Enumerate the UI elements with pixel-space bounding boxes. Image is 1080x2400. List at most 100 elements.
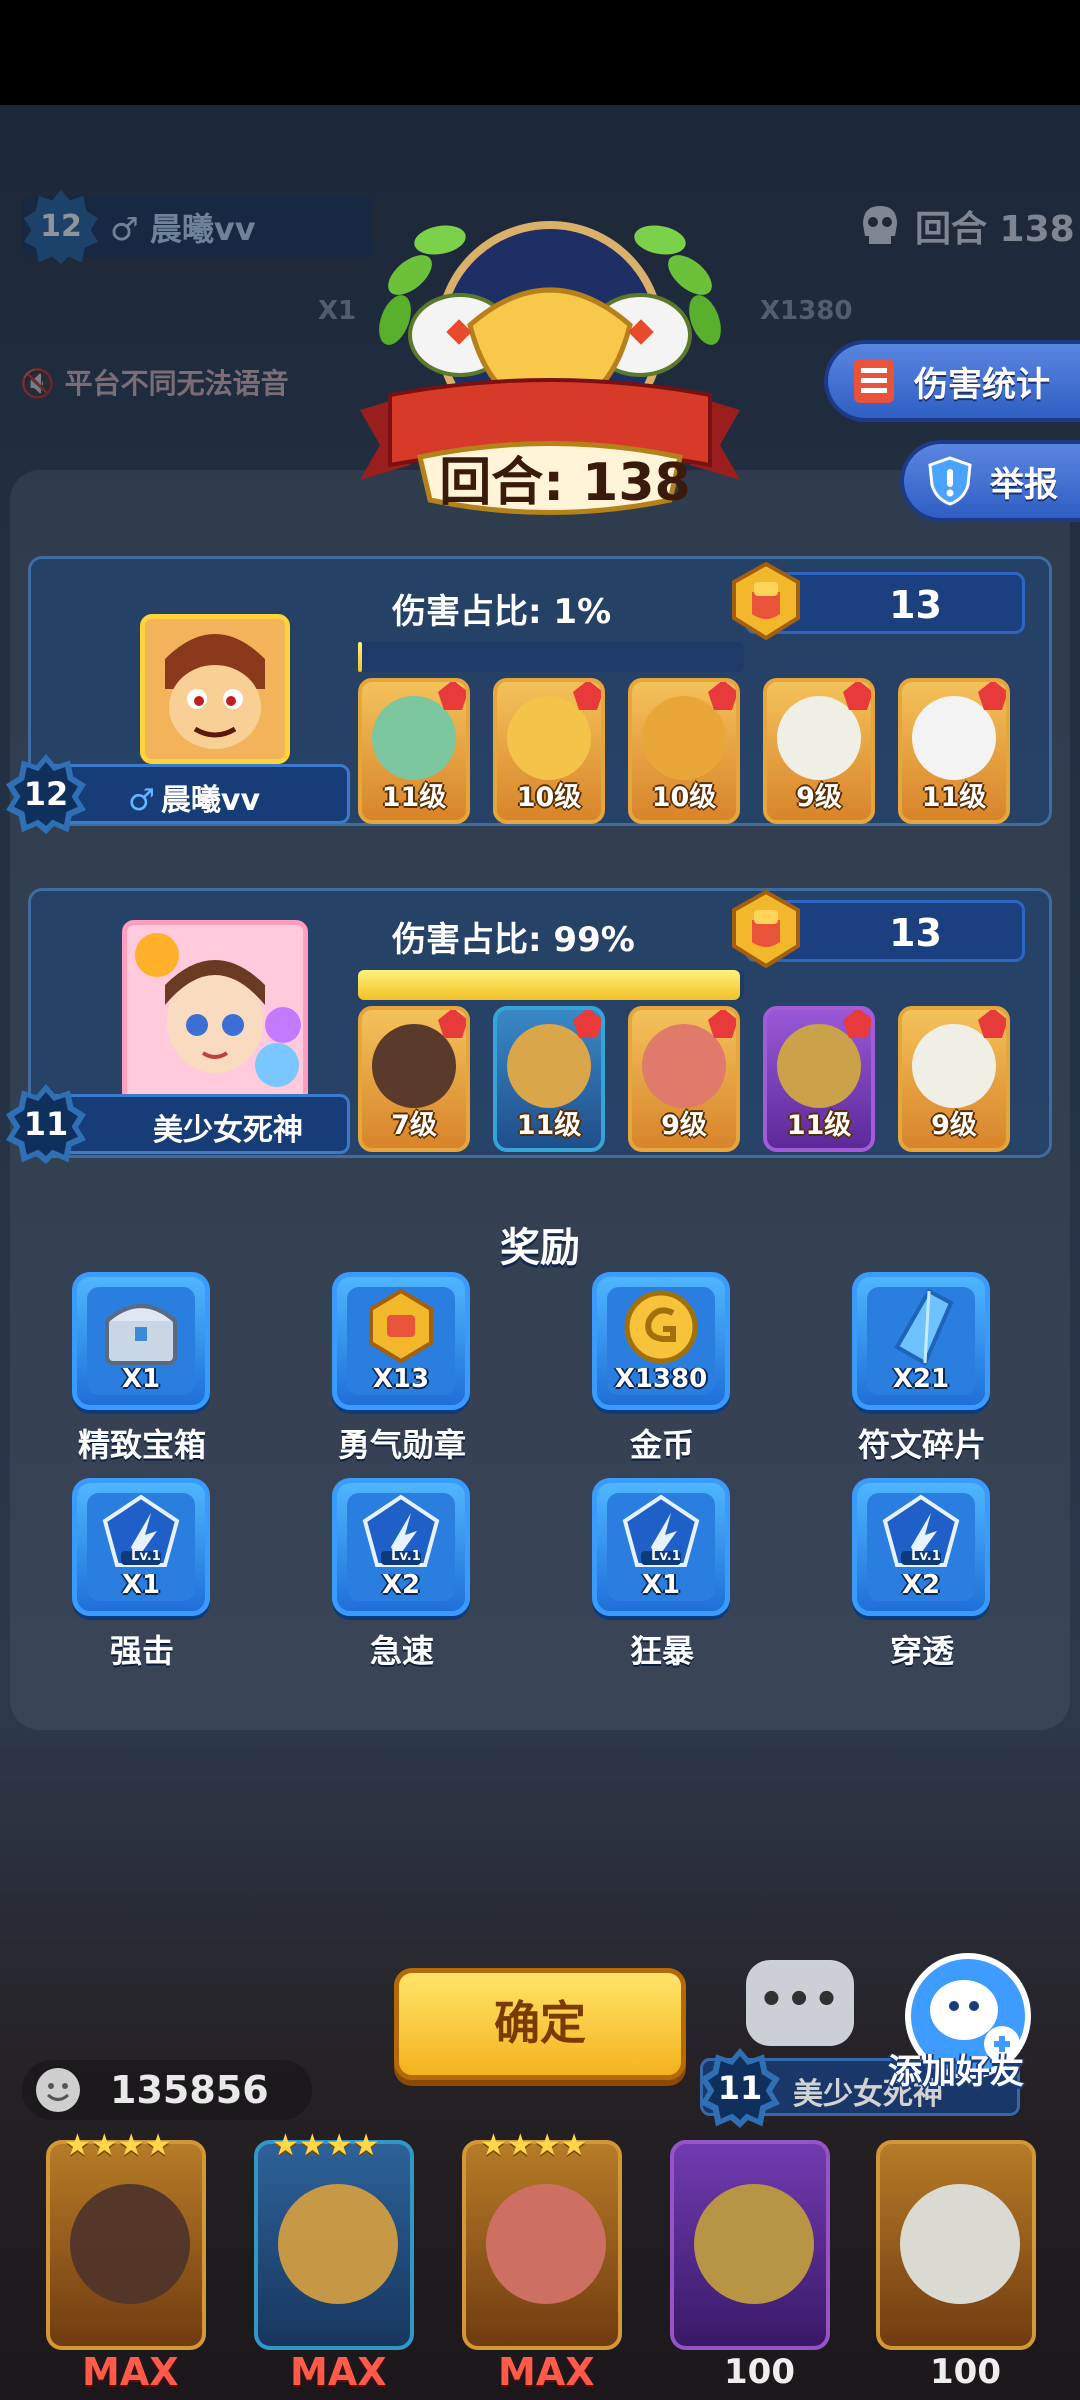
reward-name: 穿透 (889, 1632, 954, 1670)
chest-icon (105, 1304, 177, 1365)
coin-icon (624, 1290, 698, 1364)
hero-portrait-icon (372, 1024, 456, 1108)
rune-strike-icon (102, 1494, 180, 1567)
reward-name: 勇气勋章 (337, 1426, 466, 1464)
shield-alert-icon (928, 456, 972, 506)
team-hero-card[interactable] (46, 2140, 206, 2350)
reward-quantity: X13 (372, 1364, 430, 1394)
player-name: 晨曦vv (160, 783, 261, 818)
report-button[interactable]: 举报 (900, 440, 1080, 522)
hero-card[interactable]: 11级 (493, 1006, 605, 1152)
hero-level: 9级 (661, 1110, 707, 1141)
hero-portrait-icon (912, 696, 996, 780)
hero-level: 11级 (516, 1110, 582, 1141)
damage-stats-label: 伤害统计 (914, 364, 1050, 405)
gender-icon: ♂ (128, 783, 155, 818)
hero-portrait-icon (278, 2184, 398, 2304)
hero-card[interactable]: 10级 (628, 678, 740, 824)
reward-quantity: X21 (892, 1364, 950, 1394)
hero-portrait-icon (507, 696, 591, 780)
hero-card[interactable]: 11级 (898, 678, 1010, 824)
report-label: 举报 (990, 464, 1058, 505)
hero-portrait-icon (642, 696, 726, 780)
hero-portrait-icon (900, 2184, 1020, 2304)
hero-crest-icon (843, 682, 871, 710)
rewards-title: 奖励 (500, 1225, 580, 1271)
team-hero-card[interactable] (462, 2140, 622, 2350)
smile-coin-icon (36, 2068, 80, 2112)
confirm-label: 确定 (494, 1996, 586, 2050)
medal-icon (732, 562, 800, 640)
hero-card[interactable]: 9级 (898, 1006, 1010, 1152)
hero-crest-icon (708, 1010, 736, 1038)
reward-quantity: X1 (641, 1570, 681, 1600)
team-hero-card[interactable] (670, 2140, 830, 2350)
rune-level-tag: Lv.1 (131, 1549, 161, 1564)
hero-card[interactable]: 9级 (628, 1006, 740, 1152)
rune-level-tag: Lv.1 (651, 1549, 681, 1564)
hero-level: 10级 (651, 782, 717, 813)
hero-crest-icon (978, 1010, 1006, 1038)
star-rating-icon: ★★★★ (64, 2128, 172, 2163)
coin-balance-value: 135856 (110, 2068, 269, 2112)
max-level-label: MAX (498, 2350, 595, 2394)
reward-quantity: X1 (121, 1364, 161, 1394)
hero-card[interactable]: 10级 (493, 678, 605, 824)
rune-level-tag: Lv.1 (911, 1549, 941, 1564)
damage-bar-fill (358, 642, 362, 672)
player-name: 美少女死神 (153, 1113, 303, 1148)
reward-name: 金币 (629, 1426, 694, 1464)
hero-crest-icon (438, 682, 466, 710)
avatar[interactable] (140, 614, 290, 764)
player-name-plate: ♂ 晨曦vv (40, 764, 350, 824)
hero-crest-icon (843, 1010, 871, 1038)
hero-level: 9级 (796, 782, 842, 813)
hero-portrait-icon (70, 2184, 190, 2304)
hero-level: 7级 (391, 1110, 437, 1141)
reward-name: 急速 (369, 1632, 434, 1670)
star-rating-icon: ★★★★ (480, 2128, 588, 2163)
damage-share-label: 伤害占比: 1% (392, 592, 612, 632)
damage-share-label: 伤害占比: 99% (392, 920, 635, 960)
reward-quantity: X2 (381, 1570, 421, 1600)
add-friend-label[interactable]: 添加好友 (888, 2044, 1024, 2093)
hero-card[interactable]: 11级 (358, 678, 470, 824)
max-level-label: MAX (82, 2350, 179, 2394)
team-hero-card[interactable] (876, 2140, 1036, 2350)
damage-bar-fill (358, 970, 741, 1000)
damage-stats-button[interactable]: 伤害统计 (824, 340, 1080, 422)
list-icon (854, 359, 894, 403)
hero-level: 9级 (931, 1110, 977, 1141)
hero-portrait-icon (777, 1024, 861, 1108)
hero-portrait-icon (642, 1024, 726, 1108)
max-level-label: MAX (290, 2350, 387, 2394)
hero-portrait-icon (912, 1024, 996, 1108)
hero-portrait-icon (372, 696, 456, 780)
rune-level-tag: Lv.1 (391, 1549, 421, 1564)
hero-card[interactable]: 11级 (763, 1006, 875, 1152)
damage-bar (358, 970, 744, 1000)
hero-level: 11级 (381, 782, 447, 813)
girl-avatar-icon (127, 925, 303, 1101)
hero-card[interactable]: 9级 (763, 678, 875, 824)
hero-crest-icon (438, 1010, 466, 1038)
avatar[interactable] (122, 920, 308, 1106)
rune-haste-icon (362, 1494, 440, 1567)
crystal-icon (894, 1288, 954, 1366)
status-bar (0, 0, 1080, 105)
hero-level: 11级 (786, 1110, 852, 1141)
hero-portrait-icon (486, 2184, 606, 2304)
hero-card[interactable]: 7级 (358, 1006, 470, 1152)
confirm-button[interactable]: 确定 (394, 1968, 686, 2080)
medal-icon (369, 1288, 433, 1364)
reward-name: 符文碎片 (857, 1426, 986, 1464)
team-hero-card[interactable] (254, 2140, 414, 2350)
monkey-avatar-icon (145, 619, 285, 759)
chat-button[interactable]: ••• (746, 1960, 854, 2046)
rune-rage-icon (622, 1494, 700, 1567)
rune-pierce-icon (882, 1494, 960, 1567)
star-rating-icon: ★★★★ (272, 2128, 380, 2163)
hero-portrait-icon (694, 2184, 814, 2304)
game-screen: 12 ♂ 晨曦vv 回合 138 🔇 平台不同无法语音 X1 X1380 伤害统… (0, 0, 1080, 2400)
hero-portrait-icon (507, 1024, 591, 1108)
